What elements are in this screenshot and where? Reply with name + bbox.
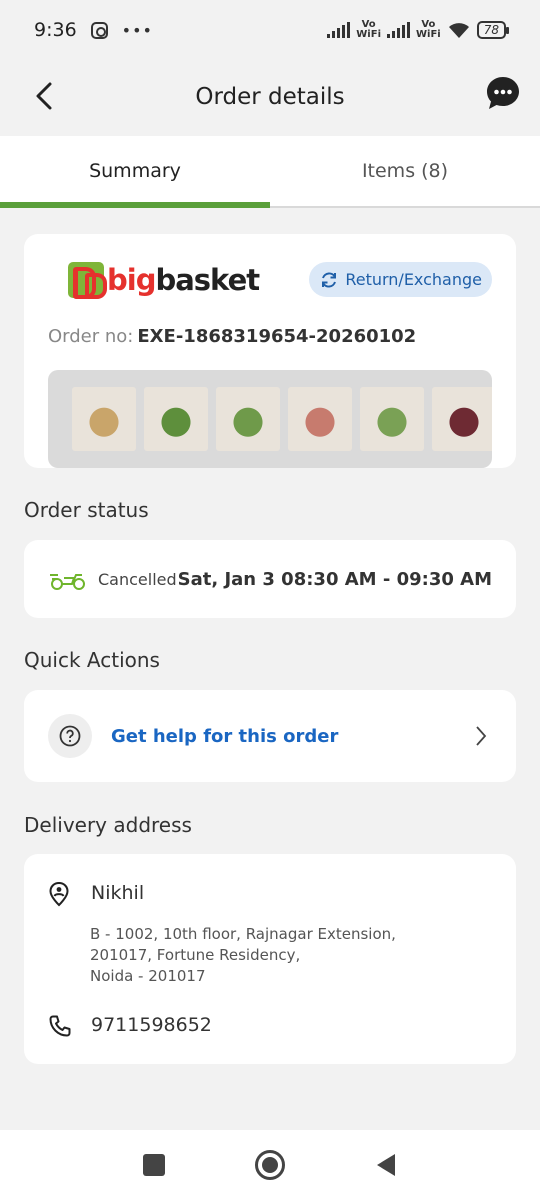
back-triangle-icon[interactable]: [375, 1152, 397, 1178]
more-notifications-icon: •••: [121, 20, 153, 40]
recipient-name: Nikhil: [91, 882, 145, 904]
tab-items[interactable]: Items (8): [270, 136, 540, 206]
wifi-icon: [448, 23, 469, 38]
chat-bubble-icon: [487, 77, 519, 109]
product-thumbnail-cucumber[interactable]: [360, 387, 424, 451]
product-thumbnail-ginger[interactable]: [72, 387, 136, 451]
bigbasket-logo-icon: [68, 262, 107, 299]
recents-icon[interactable]: [143, 1154, 165, 1176]
item-thumbnails-strip[interactable]: [48, 370, 492, 468]
product-thumbnail-beans[interactable]: [216, 387, 280, 451]
address-line-2: 201017, Fortune Residency,: [90, 946, 301, 964]
return-exchange-button[interactable]: Return/Exchange: [309, 262, 492, 297]
instagram-icon: [90, 21, 108, 39]
delivery-slot: Sat, Jan 3 08:30 AM - 09:30 AM: [177, 568, 492, 590]
order-summary-card: bigbasket Return/Exchange Order no: EXE-…: [24, 234, 516, 468]
order-status-text: Cancelled: [98, 569, 177, 589]
delivery-scooter-icon: [50, 574, 85, 590]
delivery-address-heading: Delivery address: [24, 813, 192, 837]
vowifi-label-1: Vo WiFi: [356, 19, 381, 40]
help-icon-wrapper: [48, 714, 92, 758]
chat-button[interactable]: [484, 74, 522, 112]
page-title: Order details: [195, 84, 345, 110]
phone-icon: [49, 1015, 71, 1037]
vowifi-label-2: Vo WiFi: [416, 19, 441, 40]
quick-actions-heading: Quick Actions: [24, 648, 160, 672]
signal-icon: [327, 22, 351, 38]
battery-indicator: 78: [476, 21, 510, 39]
address-line-1: B - 1002, 10th floor, Rajnagar Extension…: [90, 925, 396, 943]
recipient-phone: 9711598652: [91, 1014, 212, 1036]
order-status-heading: Order status: [24, 498, 149, 522]
product-thumbnail-coriander[interactable]: [144, 387, 208, 451]
bigbasket-logo: bigbasket: [68, 262, 260, 299]
app-header: Order details: [0, 60, 540, 134]
return-exchange-label: Return/Exchange: [345, 270, 482, 289]
status-bar: 9:36 ••• Vo WiFi Vo WiFi 78: [0, 0, 540, 60]
chevron-right-icon: [476, 726, 487, 746]
get-help-label: Get help for this order: [111, 725, 339, 747]
signal-icon-2: [387, 22, 410, 38]
refresh-icon: [322, 271, 337, 288]
address-text: B - 1002, 10th floor, Rajnagar Extension…: [90, 924, 396, 987]
order-number-value: EXE-1868319654-20260102: [137, 326, 417, 347]
tab-summary[interactable]: Summary: [0, 136, 270, 208]
back-button[interactable]: [26, 78, 62, 114]
bigbasket-wordmark: bigbasket: [107, 263, 260, 297]
get-help-row[interactable]: Get help for this order: [24, 690, 516, 782]
home-icon[interactable]: [255, 1150, 285, 1180]
delivery-address-card: Nikhil B - 1002, 10th floor, Rajnagar Ex…: [24, 854, 516, 1064]
help-question-icon: [59, 725, 81, 747]
order-status-card: Cancelled Sat, Jan 3 08:30 AM - 09:30 AM: [24, 540, 516, 618]
system-nav-bar: [0, 1130, 540, 1200]
status-time: 9:36: [34, 19, 77, 41]
address-line-3: Noida - 201017: [90, 967, 206, 985]
order-number-label: Order no:: [48, 326, 134, 347]
order-number: Order no: EXE-1868319654-20260102: [48, 326, 416, 347]
product-thumbnail-beetroot[interactable]: [432, 387, 492, 451]
product-thumbnail-onions[interactable]: [288, 387, 352, 451]
location-person-icon: [49, 881, 69, 907]
chevron-left-icon: [36, 82, 52, 110]
tab-bar: Summary Items (8): [0, 136, 540, 208]
